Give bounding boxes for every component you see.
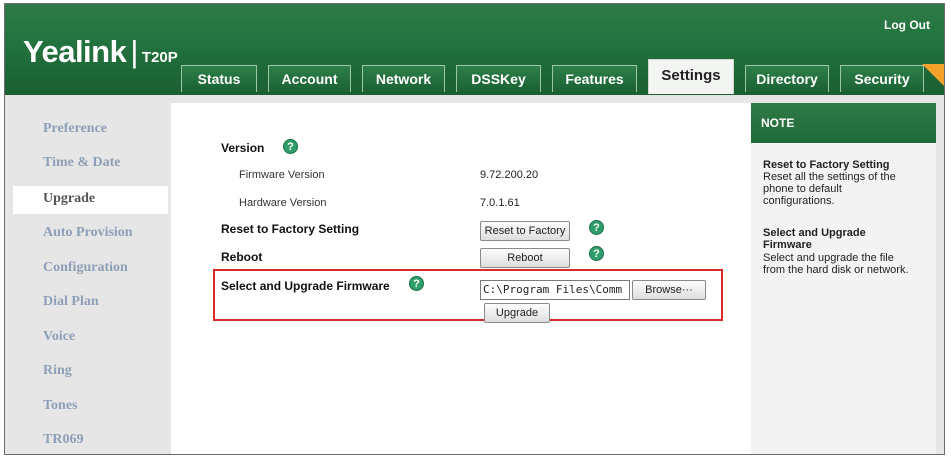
model-name: T20P	[141, 49, 178, 66]
corner-accent	[922, 64, 944, 86]
brand-name: Yealink	[23, 34, 127, 69]
tab-directory[interactable]: Directory	[745, 65, 829, 92]
sidebar-item-upgrade[interactable]: Upgrade	[43, 191, 95, 207]
help-icon[interactable]: ?	[283, 139, 298, 154]
help-icon[interactable]: ?	[409, 276, 424, 291]
sidebar-item-configuration[interactable]: Configuration	[43, 260, 128, 276]
note-upgrade-title-2: Firmware	[763, 239, 812, 251]
note-heading: NOTE	[751, 103, 936, 143]
tab-features[interactable]: Features	[552, 65, 637, 92]
web-ui-window: Yealink | T20P Log Out Status Account Netw…	[4, 3, 945, 455]
brand-separator: |	[130, 34, 138, 69]
sidebar: Preference Time & Date Upgrade Auto Prov…	[13, 103, 168, 454]
tab-security[interactable]: Security	[840, 65, 924, 92]
reboot-button[interactable]: Reboot	[480, 248, 570, 268]
note-upgrade-line-1: Select and upgrade the file	[763, 252, 894, 264]
logout-link[interactable]: Log Out	[884, 18, 930, 32]
sidebar-item-time-date[interactable]: Time & Date	[43, 155, 121, 171]
help-icon[interactable]: ?	[589, 246, 604, 261]
header-bar: Yealink | T20P Log Out Status Account Netw…	[5, 4, 944, 95]
sidebar-item-ring[interactable]: Ring	[43, 363, 72, 379]
sidebar-item-tr069[interactable]: TR069	[43, 432, 83, 448]
hardware-version-label: Hardware Version	[239, 197, 327, 209]
settings-panel: Version ? Firmware Version 9.72.200.20 H…	[171, 103, 751, 454]
browse-button[interactable]: Browse···	[632, 280, 706, 300]
version-label: Version	[221, 141, 265, 155]
firmware-file-input[interactable]: C:\Program Files\Comm	[480, 280, 630, 300]
sidebar-item-preference[interactable]: Preference	[43, 121, 107, 137]
page-body: Preference Time & Date Upgrade Auto Prov…	[5, 95, 944, 454]
tab-account[interactable]: Account	[268, 65, 351, 92]
tab-settings[interactable]: Settings	[648, 59, 734, 94]
note-reset-line-3: configurations.	[763, 195, 835, 207]
firmware-version-label: Firmware Version	[239, 169, 325, 181]
note-upgrade-title-1: Select and Upgrade	[763, 227, 866, 239]
sidebar-item-auto-provision[interactable]: Auto Provision	[43, 225, 133, 241]
upgrade-button[interactable]: Upgrade	[484, 303, 550, 323]
note-reset-line-2: phone to default	[763, 183, 842, 195]
sidebar-item-tones[interactable]: Tones	[43, 398, 78, 414]
note-reset-title: Reset to Factory Setting	[763, 159, 890, 171]
sidebar-item-dial-plan[interactable]: Dial Plan	[43, 294, 99, 310]
tab-status[interactable]: Status	[181, 65, 257, 92]
firmware-version-value: 9.72.200.20	[480, 169, 539, 181]
brand-logo: Yealink | T20P	[23, 34, 178, 70]
hardware-version-value: 7.0.1.61	[480, 197, 520, 209]
reset-factory-label: Reset to Factory Setting	[221, 222, 360, 236]
note-reset-line-1: Reset all the settings of the	[763, 171, 896, 183]
tab-network[interactable]: Network	[362, 65, 445, 92]
note-panel: NOTE Reset to Factory Setting Reset all …	[751, 103, 936, 454]
sidebar-item-voice[interactable]: Voice	[43, 329, 75, 345]
note-upgrade-line-2: from the hard disk or network.	[763, 264, 909, 276]
tab-dsskey[interactable]: DSSKey	[456, 65, 541, 92]
reset-factory-button[interactable]: Reset to Factory	[480, 221, 570, 241]
reboot-label: Reboot	[221, 250, 263, 264]
help-icon[interactable]: ?	[589, 220, 604, 235]
select-upgrade-firmware-label: Select and Upgrade Firmware	[221, 279, 390, 293]
